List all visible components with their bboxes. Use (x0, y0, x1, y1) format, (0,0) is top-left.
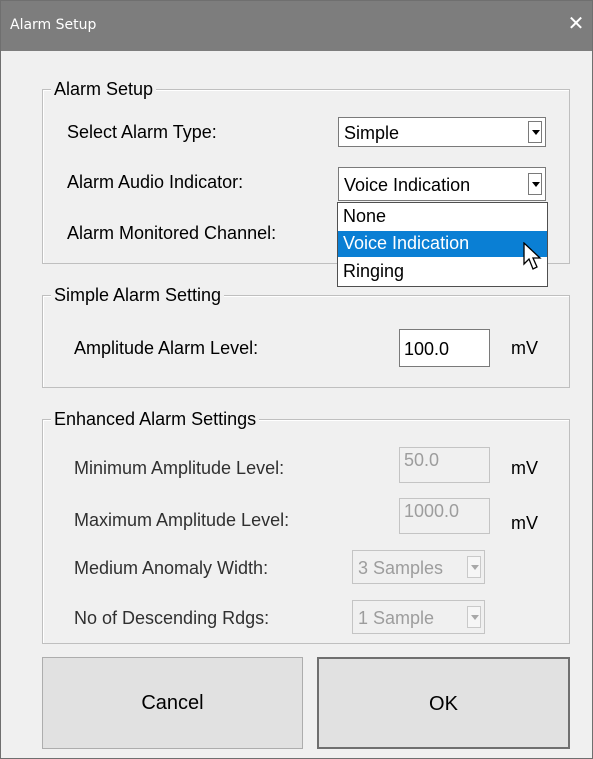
simple-alarm-legend: Simple Alarm Setting (51, 286, 225, 304)
window-title: Alarm Setup (10, 17, 97, 33)
audio-indicator-dropdown-list[interactable]: None Voice Indication Ringing (337, 202, 548, 287)
anomaly-width-value: 3 Samples (358, 558, 444, 578)
amplitude-alarm-label: Amplitude Alarm Level: (74, 338, 259, 358)
max-amplitude-label: Maximum Amplitude Level: (74, 510, 290, 530)
amplitude-unit: mV (511, 338, 538, 358)
chevron-down-icon[interactable] (528, 173, 542, 195)
title-bar: Alarm Setup ✕ (1, 1, 592, 51)
descending-rdgs-value: 1 Sample (358, 608, 435, 628)
max-amplitude-input[interactable]: 1000.0 (399, 498, 490, 534)
cancel-button[interactable]: Cancel (42, 657, 303, 749)
anomaly-width-label: Medium Anomaly Width: (74, 558, 269, 578)
enhanced-alarm-legend: Enhanced Alarm Settings (51, 410, 260, 428)
alarm-setup-dialog: Alarm Setup ✕ Alarm Setup Select Alarm T… (0, 0, 593, 759)
cancel-button-label: Cancel (141, 692, 204, 714)
audio-indicator-select[interactable]: Voice Indication (338, 167, 546, 201)
audio-indicator-value: Voice Indication (344, 175, 471, 195)
max-amplitude-value: 1000.0 (404, 501, 460, 521)
audio-option-ringing[interactable]: Ringing (338, 259, 547, 285)
amplitude-alarm-value: 100.0 (404, 339, 450, 359)
chevron-down-icon[interactable] (467, 556, 481, 578)
alarm-type-select[interactable]: Simple (338, 117, 546, 147)
audio-indicator-label: Alarm Audio Indicator: (67, 172, 244, 192)
chevron-down-icon[interactable] (467, 606, 481, 628)
close-icon[interactable]: ✕ (564, 12, 588, 36)
min-amplitude-value: 50.0 (404, 450, 440, 470)
anomaly-width-select[interactable]: 3 Samples (352, 550, 485, 584)
audio-option-none[interactable]: None (338, 204, 547, 230)
descending-rdgs-select[interactable]: 1 Sample (352, 600, 485, 634)
simple-alarm-group: Simple Alarm Setting (42, 286, 570, 388)
alarm-type-label: Select Alarm Type: (67, 122, 217, 142)
max-amplitude-unit: mV (511, 513, 538, 533)
mouse-pointer-icon (523, 242, 542, 270)
alarm-type-value: Simple (344, 123, 400, 143)
min-amplitude-label: Minimum Amplitude Level: (74, 458, 285, 478)
monitored-channel-label: Alarm Monitored Channel: (67, 223, 277, 243)
ok-button[interactable]: OK (317, 657, 570, 749)
chevron-down-icon[interactable] (528, 121, 542, 143)
descending-rdgs-label: No of Descending Rdgs: (74, 608, 270, 628)
min-amplitude-input[interactable]: 50.0 (399, 447, 490, 483)
alarm-setup-legend: Alarm Setup (51, 80, 157, 98)
ok-button-label: OK (429, 693, 458, 715)
min-amplitude-unit: mV (511, 458, 538, 478)
amplitude-alarm-input[interactable]: 100.0 (399, 329, 490, 367)
audio-option-voice-indication[interactable]: Voice Indication (338, 231, 547, 257)
